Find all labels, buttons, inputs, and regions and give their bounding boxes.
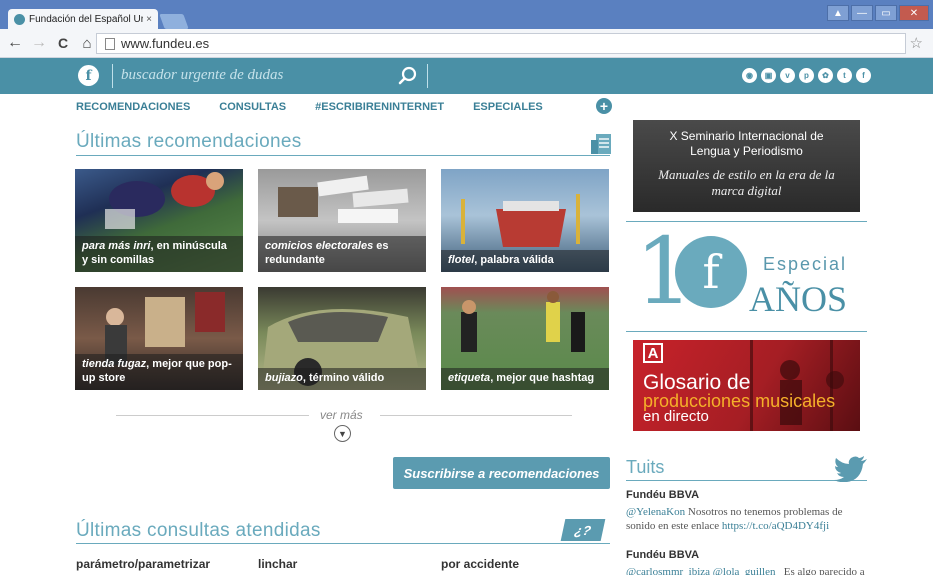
glosario-banner[interactable]: A Glosario de producciones musicales en …: [633, 340, 860, 431]
facebook-icon[interactable]: f: [856, 68, 871, 83]
new-tab-button[interactable]: [159, 14, 189, 29]
section-divider: [76, 155, 610, 156]
recomendacion-tile[interactable]: comicios electorales es redundante: [258, 169, 426, 272]
divider-line: [116, 415, 309, 416]
nav-escribireninternet[interactable]: #ESCRIBIRENINTERNET: [315, 101, 444, 113]
twitter-bird-icon: [834, 456, 867, 482]
subscribe-button[interactable]: Suscribirse a recomendaciones: [393, 457, 610, 489]
glosario-letter-box: A: [643, 343, 663, 363]
search-box: [112, 64, 428, 88]
maximize-button[interactable]: ▭: [875, 5, 897, 21]
especial-10-anos-banner[interactable]: 1 f Especial AÑOS: [633, 228, 863, 325]
tweet-mention[interactable]: @carlosmmr_ibiza @lola_guillen_: [626, 566, 781, 575]
rss-icon[interactable]: ◉: [742, 68, 757, 83]
sidebar-divider: [626, 331, 867, 332]
recomendacion-tile[interactable]: flotel, palabra válida: [441, 169, 609, 272]
recomendacion-tile[interactable]: tienda fugaz, mejor que pop-up store: [75, 287, 243, 390]
url-text: www.fundeu.es: [121, 36, 210, 51]
forward-button[interactable]: →: [30, 34, 48, 52]
tile-caption: para más inri, en minúscula y sin comill…: [75, 236, 243, 272]
nav-consultas[interactable]: CONSULTAS: [219, 101, 286, 113]
tab-title: Fundación del Español Urgen: [29, 13, 144, 25]
tweet-author: Fundéu BBVA: [626, 489, 700, 501]
address-bar[interactable]: www.fundeu.es: [96, 33, 906, 54]
more-plus-button[interactable]: +: [596, 98, 612, 114]
band-silhouette: [750, 340, 844, 431]
twitter-icon[interactable]: t: [837, 68, 852, 83]
tweet-text: @YelenaKon Nosotros no tenemos problemas…: [626, 506, 843, 532]
close-window-button[interactable]: ✕: [899, 5, 929, 21]
consulta-item[interactable]: linchar: [258, 557, 297, 571]
consulta-item[interactable]: parámetro/parametrizar: [76, 557, 210, 571]
consultas-title: Últimas consultas atendidas: [76, 520, 321, 541]
bookmark-star-icon[interactable]: ☆: [910, 34, 923, 52]
window-controls: ▲ — ▭ ✕: [827, 5, 929, 21]
tile-caption: bujiazo, término válido: [258, 368, 426, 390]
seminario-banner[interactable]: X Seminario Internacional de Lengua y Pe…: [633, 120, 860, 212]
search-icon[interactable]: [397, 65, 419, 87]
especial-years: AÑOS: [749, 279, 848, 319]
recomendaciones-title: Últimas recomendaciones: [76, 131, 302, 152]
browser-tabbar: Fundación del Español Urgen × ▲ — ▭ ✕: [0, 0, 933, 29]
section-divider: [76, 543, 610, 544]
seminario-line3: Manuales de estilo en la era de la: [658, 167, 835, 182]
reload-button[interactable]: C: [54, 35, 72, 51]
social-links: ◉ ▣ v p ✿ t f: [742, 68, 871, 83]
nav-recomendaciones[interactable]: RECOMENDACIONES: [76, 101, 190, 113]
divider-line: [380, 415, 572, 416]
tweet-mention[interactable]: @YelenaKon: [626, 506, 685, 518]
favicon-icon: [14, 13, 25, 25]
recomendacion-tile[interactable]: para más inri, en minúscula y sin comill…: [75, 169, 243, 272]
minimize-button[interactable]: —: [851, 5, 873, 21]
page-icon: [105, 37, 115, 50]
tweet-link[interactable]: https://t.co/aQD4DY4fji: [722, 520, 829, 532]
glosario-line3: en directo: [643, 408, 709, 425]
question-icon: ¿?: [560, 519, 606, 541]
browser-tab[interactable]: Fundación del Español Urgen ×: [8, 9, 158, 29]
pinterest-icon[interactable]: p: [799, 68, 814, 83]
seminario-line4: marca digital: [711, 183, 782, 198]
document-icon: [591, 134, 611, 154]
tweet-author: Fundéu BBVA: [626, 549, 700, 561]
flickr-icon[interactable]: ✿: [818, 68, 833, 83]
seminario-line1: X Seminario Internacional de: [669, 129, 824, 143]
tab-close-icon[interactable]: ×: [146, 14, 152, 25]
tweet-text: @carlosmmr_ibiza @lola_guillen_ Es algo …: [626, 565, 866, 575]
user-icon[interactable]: ▲: [827, 5, 849, 21]
home-button[interactable]: ⌂: [78, 35, 96, 52]
sidebar-divider: [626, 221, 867, 222]
especial-label: Especial: [763, 254, 848, 274]
especial-logo-letter: f: [702, 245, 720, 299]
tuits-title: Tuits: [626, 457, 665, 477]
seminario-line2: Lengua y Periodismo: [690, 144, 803, 158]
instagram-icon[interactable]: ▣: [761, 68, 776, 83]
recomendacion-tile[interactable]: etiqueta, mejor que hashtag: [441, 287, 609, 390]
consulta-item[interactable]: por accidente: [441, 557, 519, 571]
chevron-down-icon[interactable]: ▼: [334, 425, 351, 442]
search-input[interactable]: [113, 64, 383, 86]
main-nav: RECOMENDACIONES CONSULTAS #ESCRIBIRENINT…: [76, 101, 572, 113]
sidebar-divider: [626, 480, 867, 481]
back-button[interactable]: ←: [6, 34, 24, 52]
recomendacion-tile[interactable]: bujiazo, término válido: [258, 287, 426, 390]
fundeu-logo[interactable]: f: [78, 65, 99, 86]
tile-caption: etiqueta, mejor que hashtag: [441, 368, 609, 390]
site-header: f ◉ ▣ v p ✿ t f: [0, 58, 933, 94]
nav-especiales[interactable]: ESPECIALES: [473, 101, 543, 113]
tile-caption: tienda fugaz, mejor que pop-up store: [75, 354, 243, 390]
ver-mas-link[interactable]: ver más: [320, 408, 363, 422]
browser-toolbar: ← → C ⌂ www.fundeu.es ☆: [0, 29, 933, 58]
tile-caption: flotel, palabra válida: [441, 250, 609, 272]
tile-caption: comicios electorales es redundante: [258, 236, 426, 272]
vimeo-icon[interactable]: v: [780, 68, 795, 83]
